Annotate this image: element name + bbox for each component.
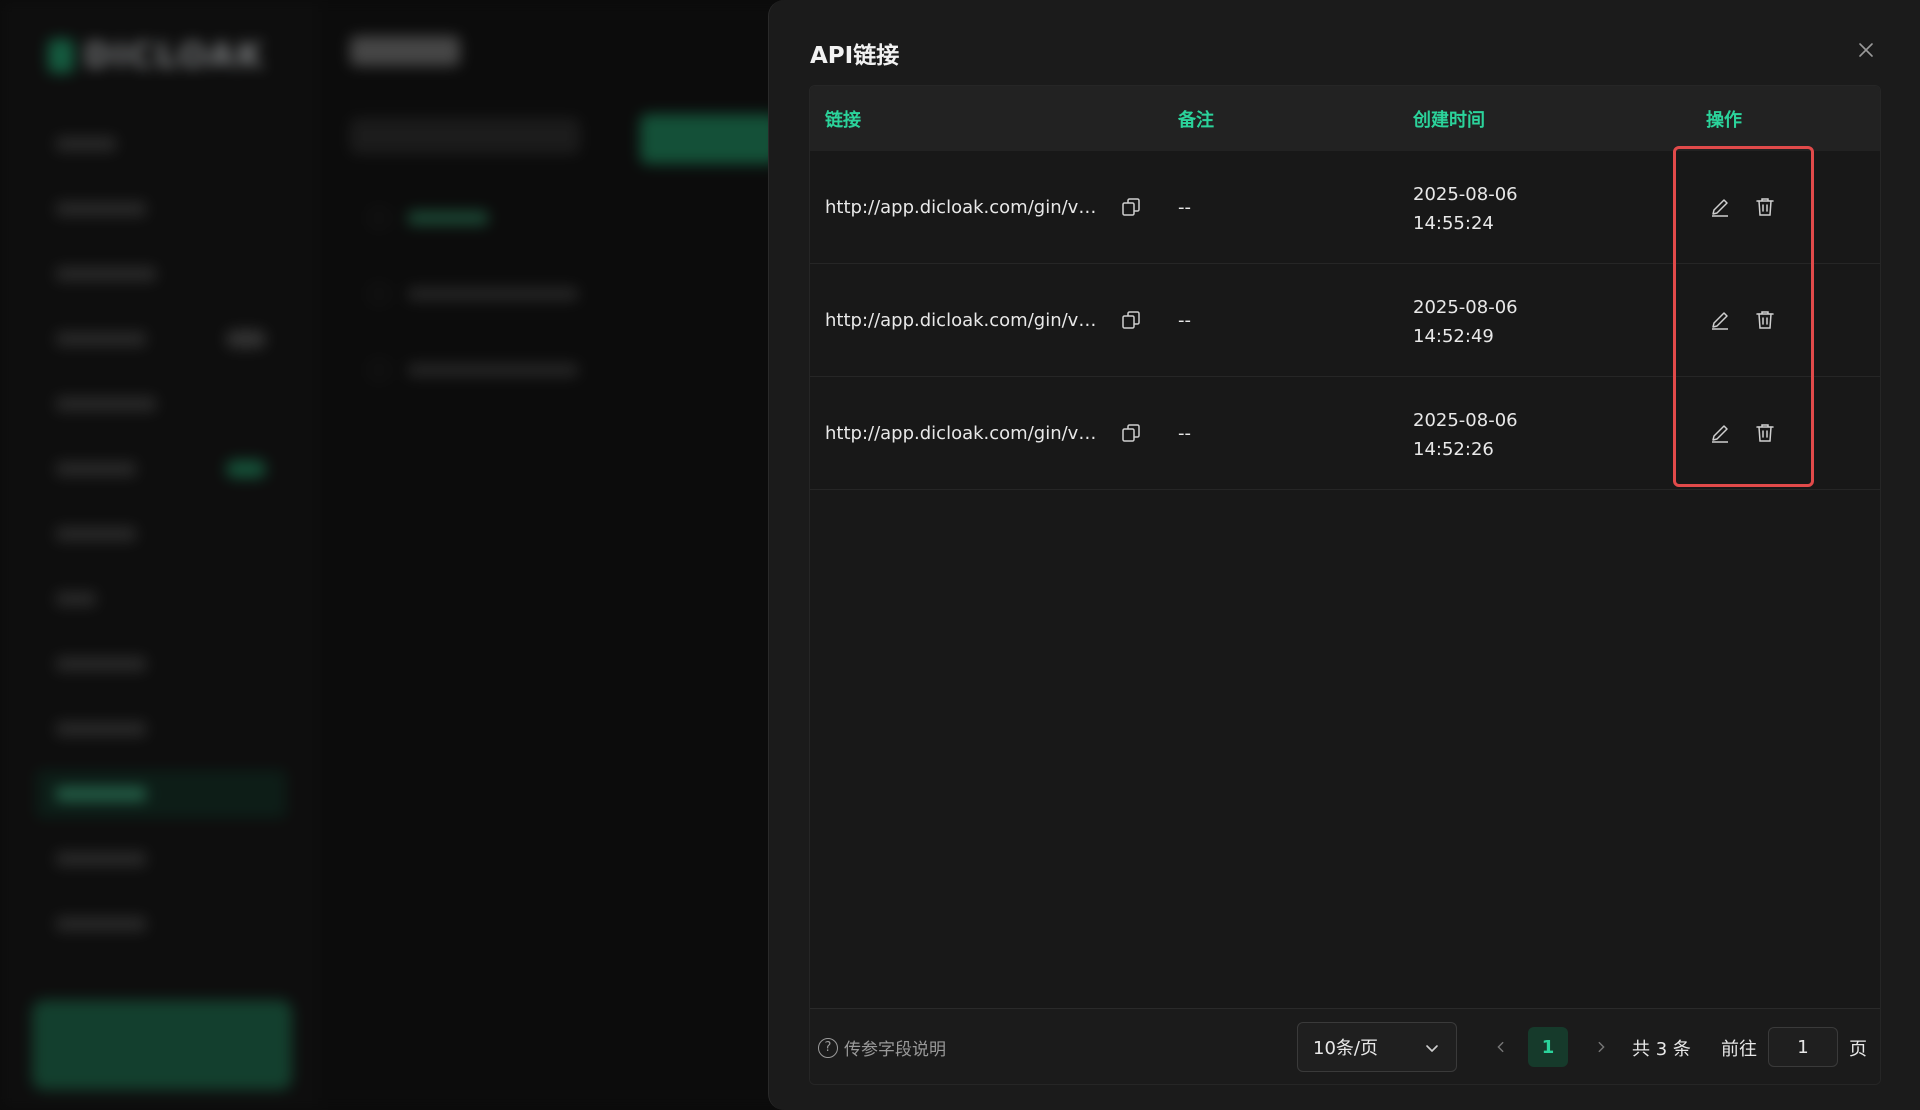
background-sidebar: DICLOAK [0,0,320,1110]
page-number-current[interactable]: 1 [1528,1027,1568,1067]
close-icon[interactable] [1854,38,1882,66]
table-header: 链接 备注 创建时间 操作 [810,86,1880,151]
pagination-footer: ? 传参字段说明 10条/页 1 共 3 条 前往 页 [810,1008,1880,1084]
column-header-created-time: 创建时间 [1413,109,1485,131]
total-count: 共 3 条 [1632,1039,1691,1060]
created-clock: 14:55:24 [1413,213,1494,234]
edit-icon[interactable] [1708,421,1732,445]
api-link-text: http://app.dicloak.com/gin/v1/a... [825,197,1100,218]
created-time: 2025-08-06 14:55:24 [1413,180,1518,238]
table-row: http://app.dicloak.com/gin/v1/a... -- 20… [810,151,1880,264]
created-date: 2025-08-06 [1413,297,1518,318]
trash-icon[interactable] [1753,308,1777,332]
goto-suffix: 页 [1849,1039,1867,1060]
param-help-link[interactable]: ? 传参字段说明 [818,1035,946,1060]
copy-icon[interactable] [1119,195,1143,219]
created-time: 2025-08-06 14:52:49 [1413,293,1518,351]
column-header-note: 备注 [1178,109,1214,131]
created-date: 2025-08-06 [1413,410,1518,431]
table-row: http://app.dicloak.com/gin/v1/a... -- 20… [810,377,1880,490]
goto-page-input[interactable] [1768,1027,1838,1067]
column-header-link: 链接 [825,109,861,131]
chevron-left-icon [1497,1041,1504,1053]
chevron-right-icon [1598,1041,1605,1053]
page-size-select[interactable]: 10条/页 [1297,1022,1457,1072]
next-page-button[interactable] [1591,1035,1611,1059]
note-value: -- [1178,423,1191,444]
background-logo: DICLOAK [48,36,265,76]
table-row: http://app.dicloak.com/gin/v1/a... -- 20… [810,264,1880,377]
trash-icon[interactable] [1753,421,1777,445]
edit-icon[interactable] [1708,308,1732,332]
api-links-drawer: API链接 链接 备注 创建时间 操作 http://app.dicloak.c… [768,0,1920,1110]
prev-page-button[interactable] [1491,1035,1511,1059]
trash-icon[interactable] [1753,195,1777,219]
copy-icon[interactable] [1119,421,1143,445]
created-clock: 14:52:49 [1413,326,1494,347]
column-header-actions: 操作 [1706,109,1742,131]
goto-label: 前往 [1721,1039,1757,1060]
question-circle-icon: ? [818,1037,838,1058]
api-links-table: 链接 备注 创建时间 操作 http://app.dicloak.com/gin… [809,85,1881,1085]
chevron-down-icon [1426,1045,1438,1052]
page-size-value: 10条/页 [1313,1038,1378,1059]
copy-icon[interactable] [1119,308,1143,332]
created-time: 2025-08-06 14:52:26 [1413,406,1518,464]
drawer-title: API链接 [810,43,900,69]
edit-icon[interactable] [1708,195,1732,219]
api-link-text: http://app.dicloak.com/gin/v1/a... [825,310,1100,331]
api-link-text: http://app.dicloak.com/gin/v1/a... [825,423,1100,444]
note-value: -- [1178,310,1191,331]
created-date: 2025-08-06 [1413,184,1518,205]
help-label: 传参字段说明 [844,1040,946,1060]
created-clock: 14:52:26 [1413,439,1494,460]
note-value: -- [1178,197,1191,218]
